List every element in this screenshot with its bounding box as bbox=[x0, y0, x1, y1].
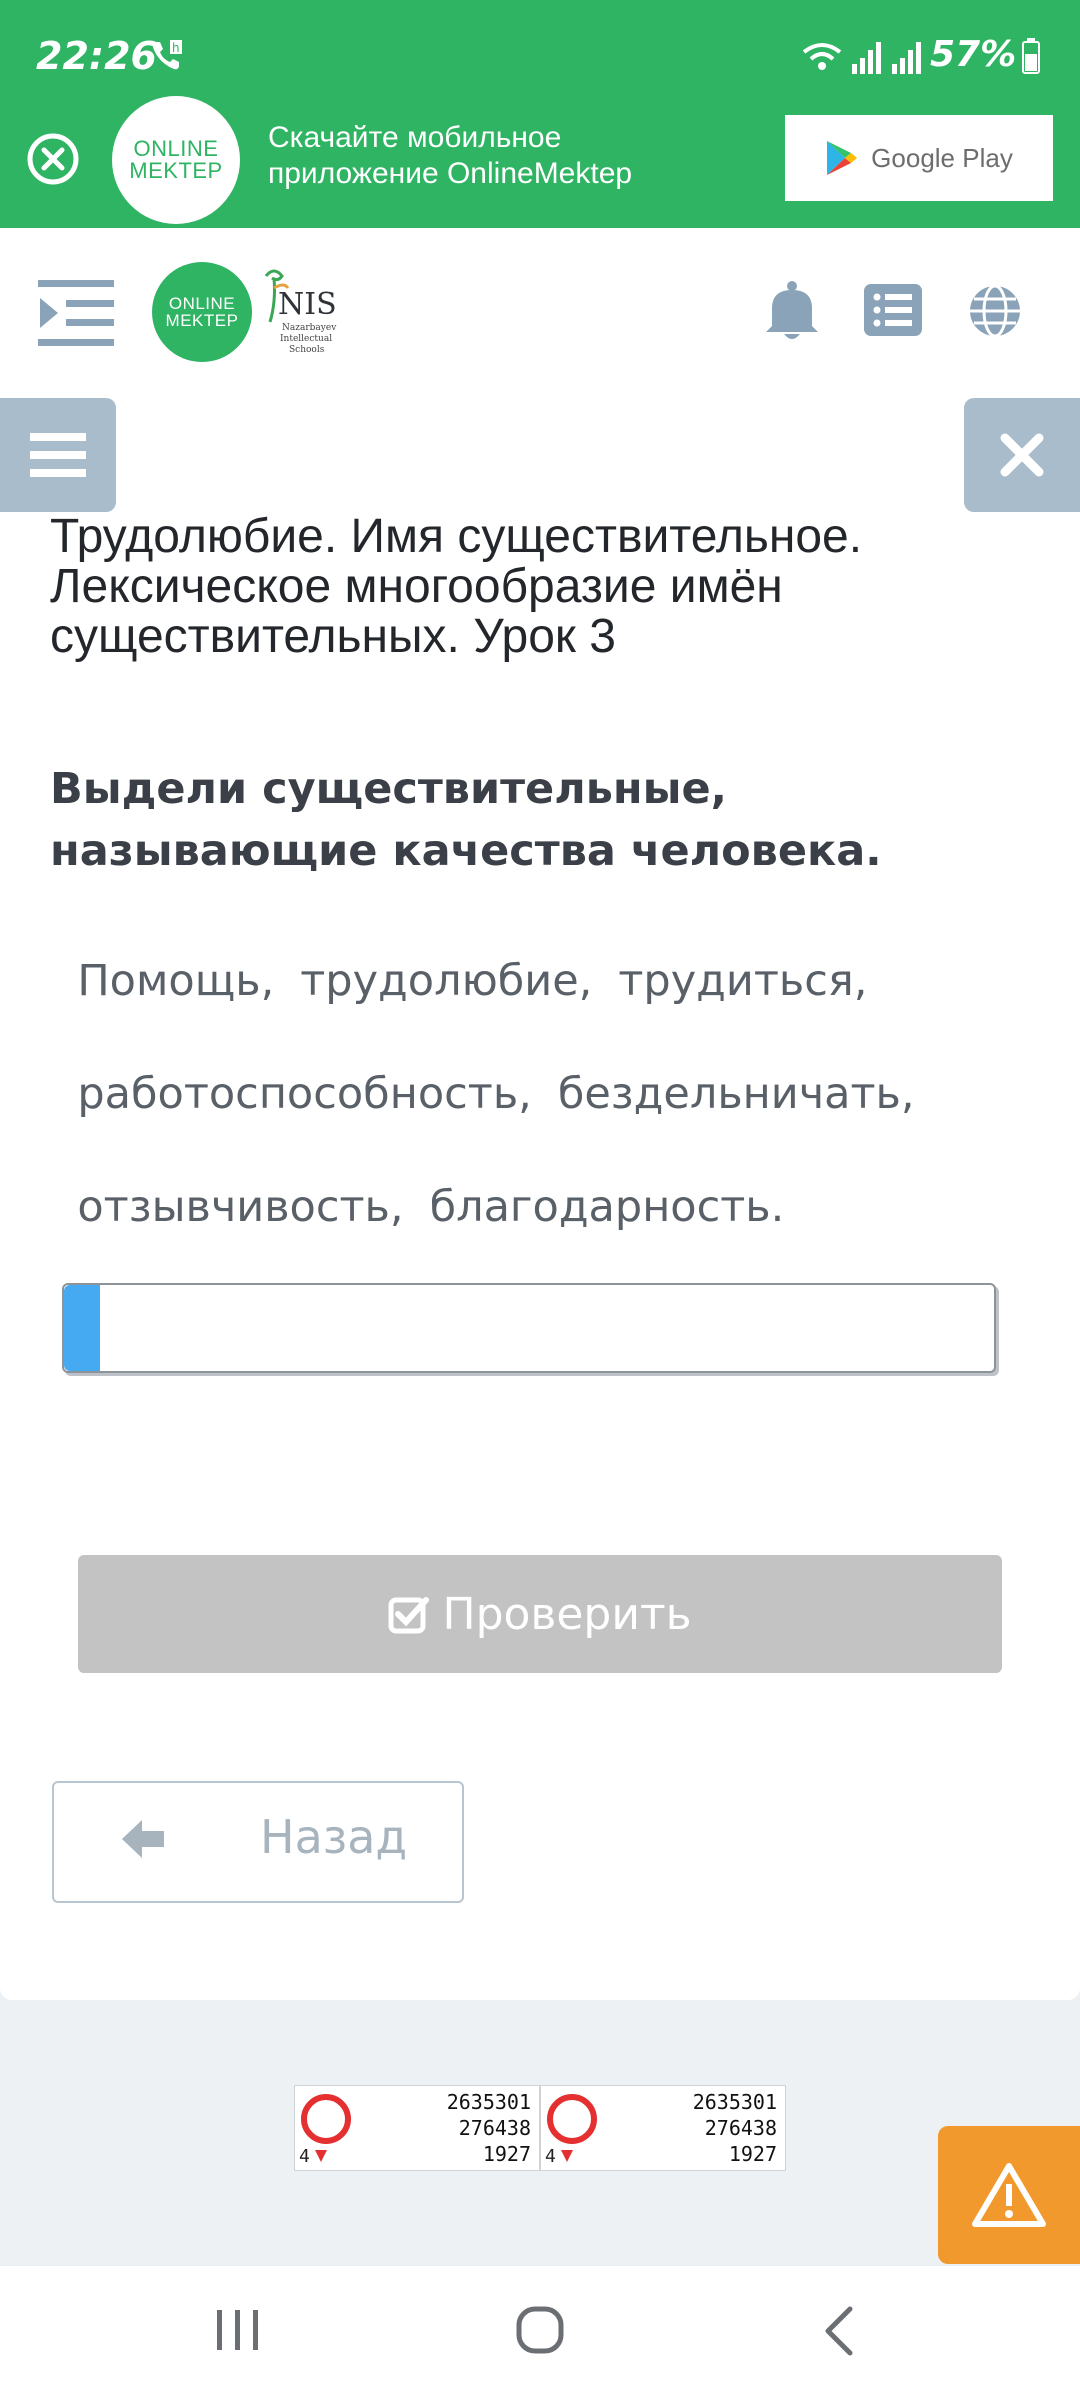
word-option[interactable]: Помощь, bbox=[77, 956, 274, 1006]
word-line-1: Помощь, трудолюбие, трудиться, bbox=[50, 906, 893, 1006]
report-problem-button[interactable] bbox=[938, 2126, 1080, 2264]
hamburger-icon bbox=[30, 433, 86, 477]
counter-rank: 4 bbox=[545, 2146, 556, 2167]
warning-icon bbox=[972, 2163, 1046, 2227]
battery-icon bbox=[1022, 38, 1040, 74]
nis-name: NIS bbox=[278, 287, 337, 322]
back-button-label: Назад bbox=[260, 1810, 408, 1864]
counter-value: 1927 bbox=[482, 2142, 531, 2166]
close-icon bbox=[1000, 433, 1044, 477]
visit-counter[interactable]: 4 2635301 276438 1927 bbox=[294, 2085, 540, 2171]
close-icon[interactable] bbox=[24, 130, 82, 188]
answer-field-accent bbox=[64, 1285, 100, 1371]
signal-icon bbox=[802, 42, 921, 74]
status-time: 22:26 bbox=[36, 34, 157, 78]
nis-sub-3: Schools bbox=[289, 345, 325, 355]
menu-expand-icon[interactable] bbox=[38, 278, 118, 348]
google-play-label: Google Play bbox=[871, 142, 1013, 173]
word-option[interactable]: трудолюбие, bbox=[300, 956, 592, 1006]
counter-arrow-icon bbox=[561, 2150, 573, 2162]
back-nav-icon[interactable] bbox=[820, 2305, 860, 2357]
counter-rank: 4 bbox=[299, 2146, 310, 2167]
check-button[interactable]: Проверить bbox=[78, 1555, 1002, 1673]
nis-sub-1: Nazarbayev bbox=[282, 323, 337, 333]
answer-field[interactable] bbox=[62, 1283, 996, 1373]
bell-icon[interactable] bbox=[762, 280, 822, 342]
battery-percent: 57% bbox=[930, 34, 1017, 75]
close-lesson-button[interactable] bbox=[964, 398, 1080, 512]
promo-text: Скачайте мобильное приложение OnlineMekt… bbox=[268, 121, 633, 190]
check-button-label: Проверить bbox=[442, 1588, 692, 1640]
logo-line-2: MEKTEP bbox=[129, 158, 223, 183]
visit-counter[interactable]: 4 2635301 276438 1927 bbox=[540, 2085, 786, 2171]
word-option[interactable]: бездельничать, bbox=[558, 1069, 915, 1119]
globe-icon[interactable] bbox=[966, 282, 1024, 340]
home-icon[interactable] bbox=[515, 2305, 565, 2355]
logo-line-1: ONLINE bbox=[168, 294, 236, 313]
counter-ring-icon bbox=[301, 2094, 351, 2144]
nis-logo: NIS Nazarbayev Intellectual Schools bbox=[264, 269, 337, 355]
checkbox-icon bbox=[388, 1597, 430, 1634]
word-option[interactable]: благодарность. bbox=[430, 1182, 785, 1232]
task-prompt: Выдели существительные, называющие качес… bbox=[50, 764, 882, 876]
lesson-title: Трудолюбие. Имя существительное. Лексиче… bbox=[50, 510, 863, 663]
counter-arrow-icon bbox=[315, 2150, 327, 2162]
list-icon[interactable] bbox=[864, 284, 922, 336]
google-play-icon bbox=[827, 141, 858, 175]
svg-text:h: h bbox=[172, 41, 180, 55]
word-line-3: отзывчивость, благодарность. bbox=[50, 1132, 810, 1232]
online-mektep-logo: ONLINE MEKTEP bbox=[112, 96, 240, 224]
counter-ring-icon bbox=[547, 2094, 597, 2144]
counter-value: 276438 bbox=[458, 2116, 531, 2140]
online-mektep-logo[interactable]: ONLINE MEKTEP bbox=[152, 262, 252, 362]
word-line-2: работоспособность, бездельничать, bbox=[50, 1019, 941, 1119]
arrow-left-icon bbox=[122, 1820, 164, 1858]
word-option[interactable]: трудиться, bbox=[618, 956, 867, 1006]
google-play-button[interactable]: Google Play bbox=[785, 115, 1053, 201]
counter-value: 1927 bbox=[728, 2142, 777, 2166]
recent-apps-icon[interactable] bbox=[215, 2308, 261, 2352]
counter-value: 276438 bbox=[704, 2116, 777, 2140]
counter-value: 2635301 bbox=[692, 2090, 777, 2114]
sidebar-toggle-button[interactable] bbox=[0, 398, 116, 512]
logo-line-2: MEKTEP bbox=[165, 311, 239, 330]
word-option[interactable]: отзывчивость, bbox=[77, 1182, 403, 1232]
nis-sub-2: Intellectual bbox=[280, 334, 332, 344]
counter-value: 2635301 bbox=[446, 2090, 531, 2114]
word-option[interactable]: работоспособность, bbox=[77, 1069, 531, 1119]
logo-line-1: ONLINE bbox=[133, 136, 219, 161]
call-icon: h bbox=[152, 40, 182, 70]
